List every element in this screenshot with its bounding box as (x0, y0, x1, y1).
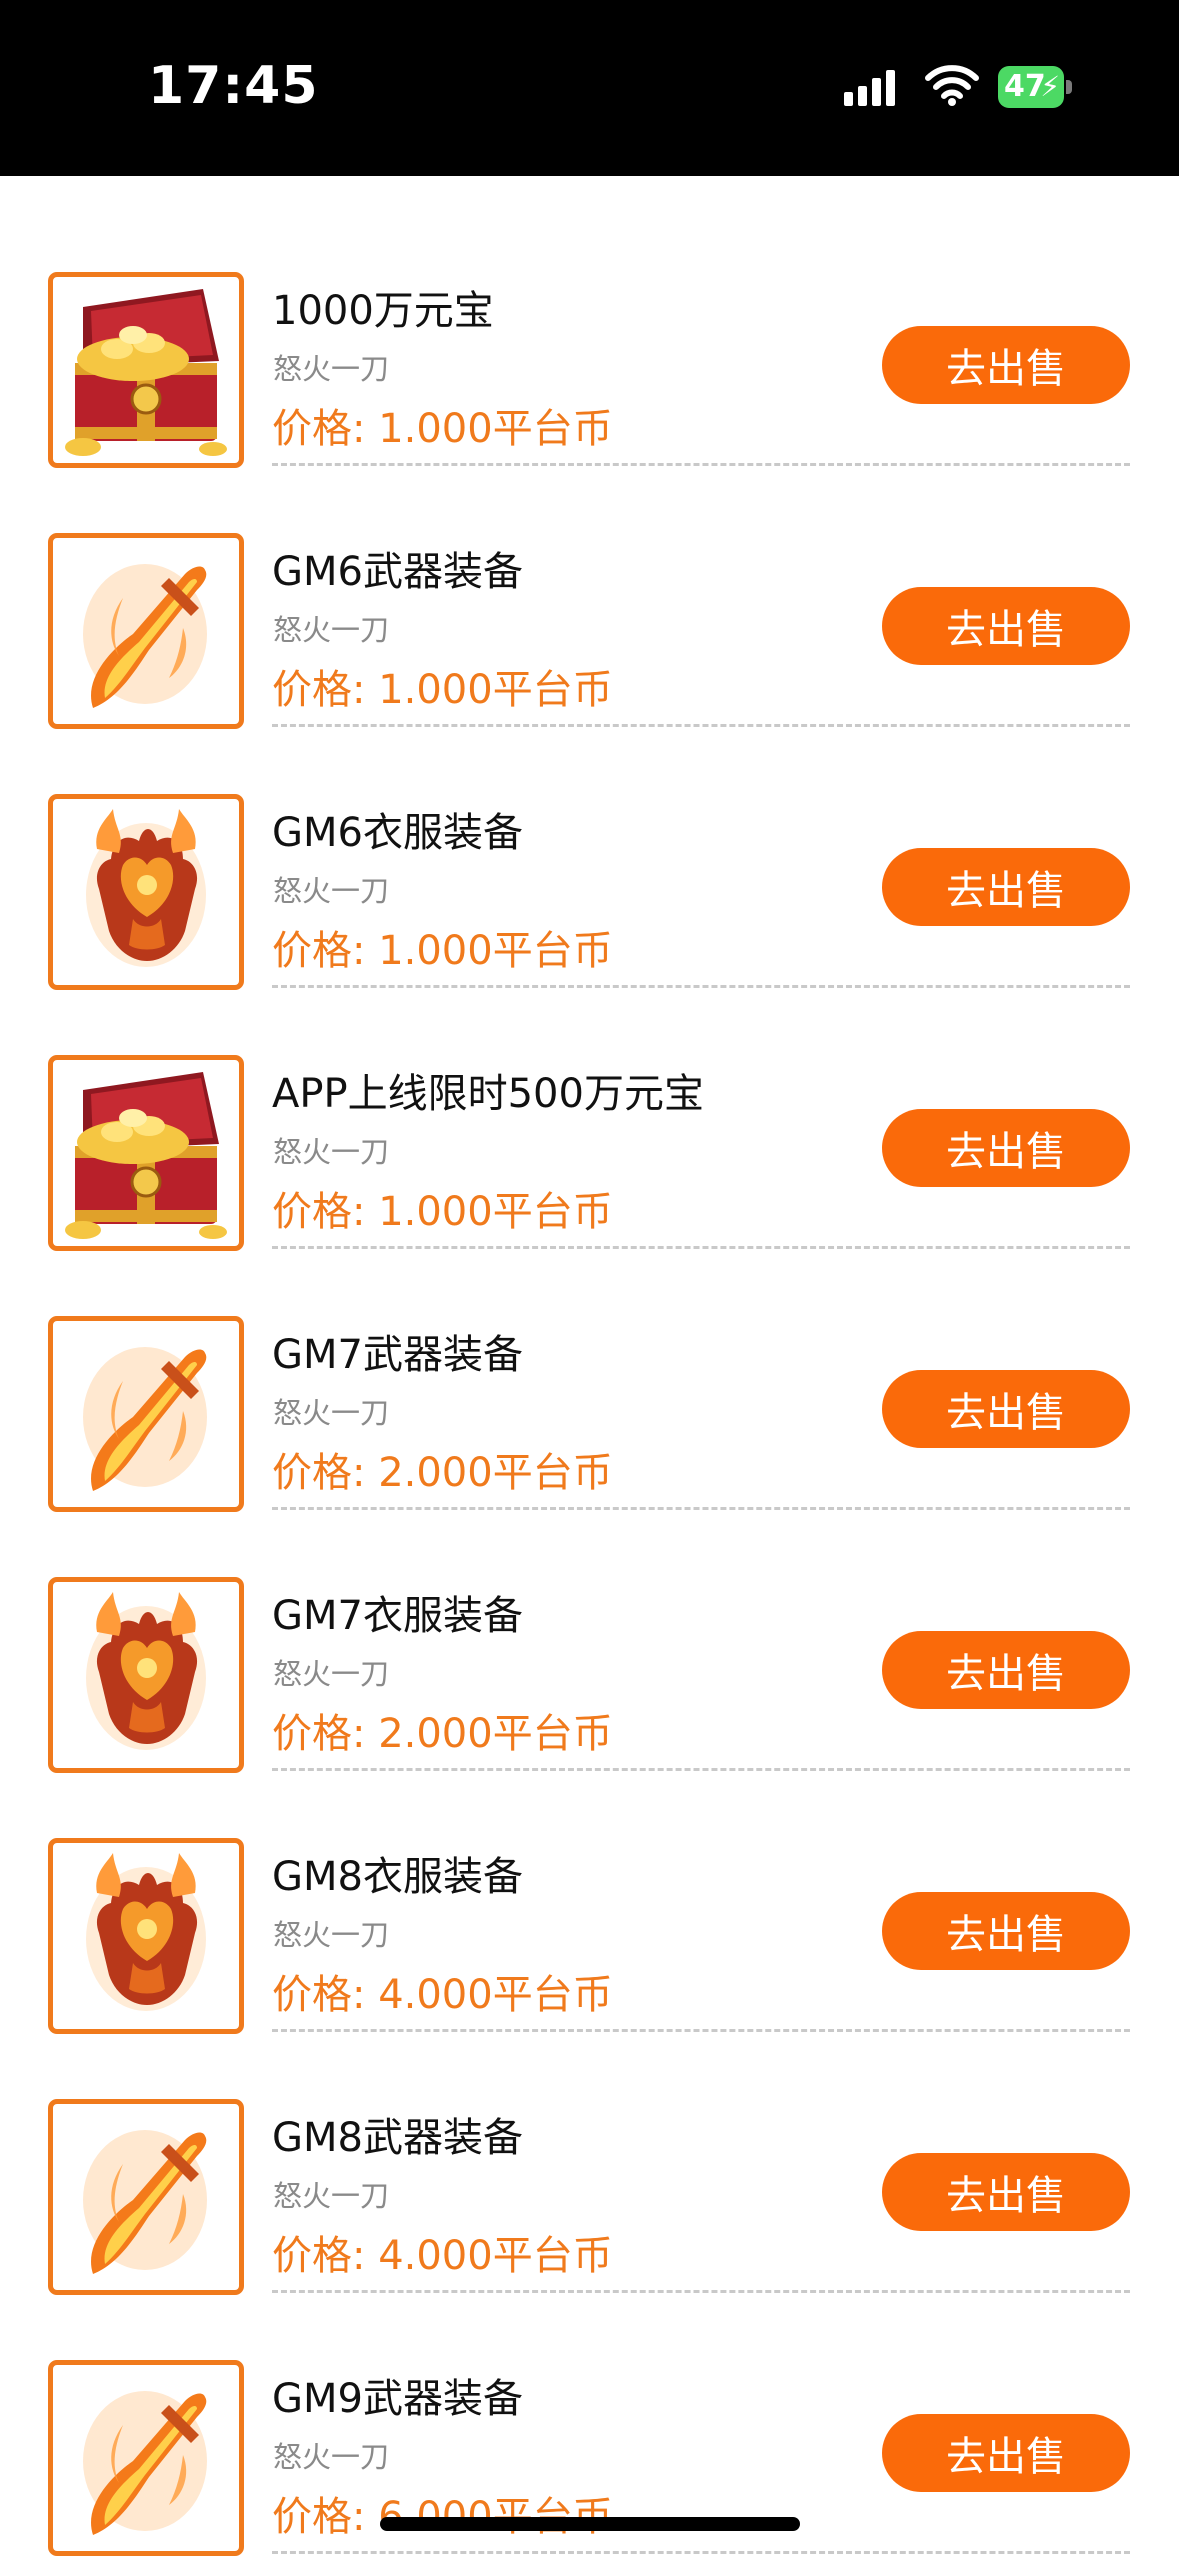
item-title: GM9武器装备 (272, 2376, 523, 2422)
flame-armor-icon (86, 1592, 206, 1750)
list-item[interactable]: GM8衣服装备 怒火一刀 价格: 4.000平台币 去出售 (0, 1742, 1179, 2034)
item-title: GM8武器装备 (272, 2115, 523, 2161)
flame-armor-icon (86, 1853, 206, 2011)
home-indicator[interactable] (380, 2517, 800, 2531)
battery-tip (1066, 80, 1072, 94)
flame-armor-icon (86, 809, 206, 967)
item-title: GM6武器装备 (272, 549, 523, 595)
sell-button[interactable]: 去出售 (882, 1631, 1130, 1709)
sell-button[interactable]: 去出售 (882, 1892, 1130, 1970)
item-title: GM7衣服装备 (272, 1593, 523, 1639)
list-item[interactable]: GM7衣服装备 怒火一刀 价格: 2.000平台币 去出售 (0, 1481, 1179, 1773)
sell-button[interactable]: 去出售 (882, 2414, 1130, 2492)
item-list[interactable]: 1000万元宝 怒火一刀 价格: 1.000平台币 去出售 GM6武器装备 怒火一刀 价格… (0, 176, 1179, 2556)
cellular-signal-icon (844, 70, 895, 106)
list-item[interactable]: GM7武器装备 怒火一刀 价格: 2.000平台币 去出售 (0, 1220, 1179, 1512)
sell-button[interactable]: 去出售 (882, 587, 1130, 665)
battery-icon: 47 ⚡ (998, 66, 1064, 108)
item-seller: 怒火一刀 (273, 1918, 390, 1952)
flame-sword-icon (83, 1347, 207, 1491)
treasure-chest-icon (65, 289, 227, 456)
item-thumbnail[interactable] (48, 2360, 244, 2556)
item-seller: 怒火一刀 (273, 2179, 390, 2213)
item-divider (272, 2551, 1130, 2554)
list-item[interactable]: GM8武器装备 怒火一刀 价格: 4.000平台币 去出售 (0, 2003, 1179, 2295)
sell-button[interactable]: 去出售 (882, 1370, 1130, 1448)
sell-button[interactable]: 去出售 (882, 326, 1130, 404)
list-item[interactable]: GM6衣服装备 怒火一刀 价格: 1.000平台币 去出售 (0, 698, 1179, 990)
flame-sword-icon (83, 564, 207, 708)
item-title: GM6衣服装备 (272, 810, 523, 856)
item-title: GM8衣服装备 (272, 1854, 523, 1900)
list-item[interactable]: 1000万元宝 怒火一刀 价格: 1.000平台币 去出售 (0, 176, 1179, 468)
item-seller: 怒火一刀 (273, 874, 390, 908)
item-title: APP上线限时500万元宝 (272, 1071, 704, 1117)
item-seller: 怒火一刀 (273, 2440, 390, 2474)
item-seller: 怒火一刀 (273, 1396, 390, 1430)
status-time: 17:45 (148, 56, 319, 116)
sell-button[interactable]: 去出售 (882, 2153, 1130, 2231)
wifi-icon (925, 65, 979, 106)
list-item[interactable]: APP上线限时500万元宝 怒火一刀 价格: 1.000平台币 去出售 (0, 959, 1179, 1251)
sell-button[interactable]: 去出售 (882, 848, 1130, 926)
status-bar: 17:45 47 ⚡ (0, 0, 1179, 176)
flame-sword-icon (83, 2130, 207, 2274)
treasure-chest-icon (65, 1072, 227, 1239)
charging-bolt-icon: ⚡ (1040, 70, 1060, 103)
flame-sword-icon (83, 2391, 207, 2535)
item-seller: 怒火一刀 (273, 1657, 390, 1691)
item-title: GM7武器装备 (272, 1332, 523, 1378)
item-title: 1000万元宝 (272, 288, 494, 334)
list-item[interactable]: GM6武器装备 怒火一刀 价格: 1.000平台币 去出售 (0, 437, 1179, 729)
sell-button[interactable]: 去出售 (882, 1109, 1130, 1187)
list-item[interactable]: GM9武器装备怒火一刀价格: 6.000平台币 去出售 (0, 2264, 1179, 2556)
item-seller: 怒火一刀 (273, 352, 390, 386)
item-seller: 怒火一刀 (273, 1135, 390, 1169)
item-seller: 怒火一刀 (273, 613, 390, 647)
item-price: 价格: 6.000平台币 (272, 2494, 613, 2540)
